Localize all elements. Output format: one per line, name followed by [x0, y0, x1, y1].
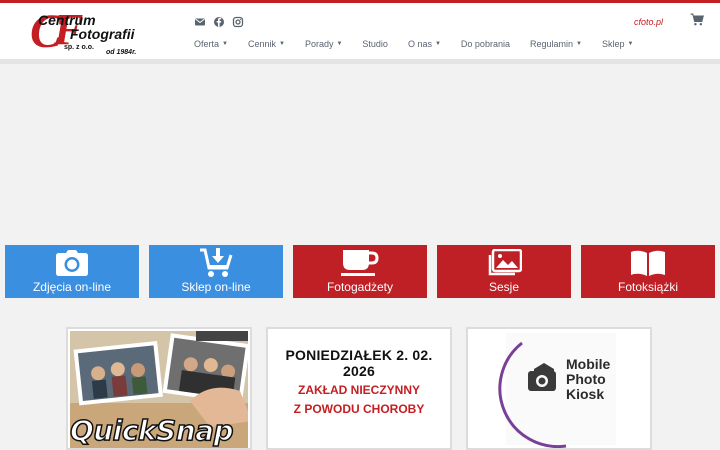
tile-sklep-online[interactable]: Sklep on-line: [149, 245, 283, 298]
caret-down-icon: ▼: [434, 41, 441, 47]
camera-icon: [56, 249, 88, 277]
nav-item-cennik[interactable]: Cennik ▼: [248, 39, 285, 49]
cart-download-icon: [199, 248, 233, 277]
tile-fotoksiazki[interactable]: Fotoksiążki: [581, 245, 715, 298]
nav-item-studio[interactable]: Studio: [362, 39, 388, 49]
caret-down-icon: ▼: [336, 41, 343, 47]
card-closure-notice[interactable]: PONIEDZIAŁEK 2. 02. 2026 ZAKŁAD NIECZYNN…: [266, 327, 452, 450]
social-links: [194, 16, 244, 28]
nav-item-oferta[interactable]: Oferta ▼: [194, 39, 228, 49]
domain-link[interactable]: cfoto.pl: [634, 17, 663, 27]
shopping-cart-icon[interactable]: [690, 13, 704, 26]
category-tiles: Zdjęcia on-line Sklep on-line Fotogadżet…: [5, 245, 716, 298]
quicksnap-caption: QuickSnap: [70, 413, 234, 448]
envelope-icon[interactable]: [194, 16, 206, 28]
caret-down-icon: ▼: [627, 41, 634, 47]
site-header: C F Centrum Fotografii sp. z o.o. od 198…: [0, 3, 720, 59]
tile-label: Sesje: [488, 280, 520, 294]
coffee-cup-icon: [341, 249, 379, 277]
nav-item-porady[interactable]: Porady ▼: [305, 39, 342, 49]
tile-zdjecia-online[interactable]: Zdjęcia on-line: [5, 245, 139, 298]
main-nav: Oferta ▼ Cennik ▼ Porady ▼ Studio O nas ▼ Do…: [194, 39, 653, 49]
notice-closed: ZAKŁAD NIECZYNNY: [298, 383, 420, 397]
caret-down-icon: ▼: [576, 41, 582, 47]
facebook-icon[interactable]: [213, 16, 225, 28]
logo-company: sp. z o.o.: [64, 44, 94, 51]
tile-fotogadzety[interactable]: Fotogadżety: [293, 245, 427, 298]
caret-down-icon: ▼: [278, 41, 285, 47]
caret-down-icon: ▼: [222, 41, 228, 47]
logo-line2: Fotografii: [70, 26, 136, 42]
tile-label: Zdjęcia on-line: [32, 280, 112, 294]
banner-area: [0, 64, 720, 244]
nav-item-do-pobrania[interactable]: Do pobrania: [461, 39, 510, 49]
nav-item-sklep[interactable]: Sklep ▼: [602, 39, 633, 49]
kiosk-logo-text: Mobile Photo Kiosk: [566, 356, 611, 402]
images-icon: [486, 249, 522, 277]
quicksnap-photo: QuickSnap: [70, 331, 248, 448]
nav-item-o-nas[interactable]: O nas ▼: [408, 39, 441, 49]
card-quicksnap[interactable]: QuickSnap: [66, 327, 252, 450]
book-icon: [630, 249, 666, 277]
logo-since: od 1984r.: [106, 49, 136, 56]
tile-label: Fotoksiążki: [617, 280, 679, 294]
tile-label: Sklep on-line: [181, 280, 251, 294]
instagram-icon[interactable]: [232, 16, 244, 28]
notice-date: PONIEDZIAŁEK 2. 02. 2026: [285, 347, 433, 379]
tile-label: Fotogadżety: [326, 280, 394, 294]
card-mobile-photo-kiosk[interactable]: Mobile Photo Kiosk: [466, 327, 652, 450]
tile-sesje[interactable]: Sesje: [437, 245, 571, 298]
nav-item-regulamin[interactable]: Regulamin ▼: [530, 39, 582, 49]
site-logo[interactable]: C F Centrum Fotografii sp. z o.o. od 198…: [24, 7, 154, 59]
notice-reason: Z POWODU CHOROBY: [293, 402, 425, 416]
